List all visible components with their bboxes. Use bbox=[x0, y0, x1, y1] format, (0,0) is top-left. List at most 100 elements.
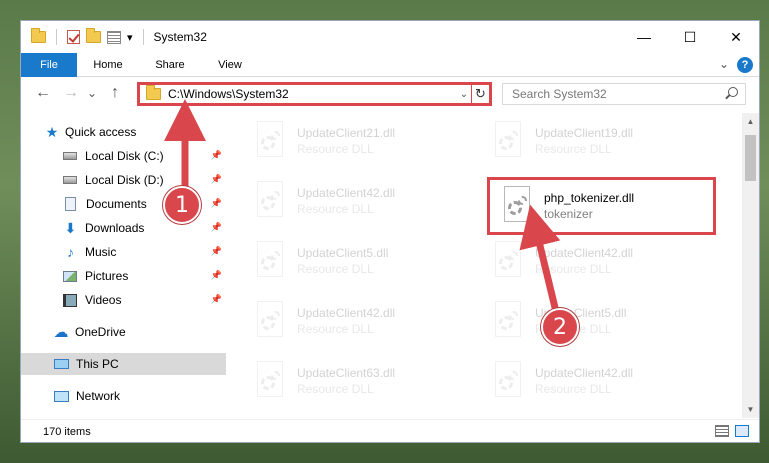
music-icon: ♪ bbox=[67, 244, 74, 260]
nav-item-quick-access[interactable]: ★ Quick access bbox=[21, 121, 226, 143]
toolbar-divider bbox=[142, 29, 144, 45]
file-name: UpdateClient42.dll bbox=[535, 246, 634, 260]
dll-file-icon bbox=[253, 361, 287, 401]
this-pc-icon bbox=[54, 359, 69, 369]
list-item[interactable]: UpdateClient5.dll Resource DLL bbox=[243, 237, 468, 285]
details-view-icon[interactable] bbox=[715, 425, 729, 437]
toolbar-divider bbox=[56, 29, 57, 45]
file-name: UpdateClient5.dll bbox=[297, 246, 389, 260]
ribbon-expand-icon[interactable]: ⌄ bbox=[719, 57, 729, 71]
file-type: Resource DLL bbox=[535, 142, 612, 156]
refresh-icon[interactable]: ↻ bbox=[471, 85, 489, 103]
dll-file-icon bbox=[253, 121, 287, 161]
view-switcher bbox=[715, 425, 749, 437]
vertical-scrollbar[interactable]: ▲ ▼ bbox=[742, 113, 759, 418]
tab-file[interactable]: File bbox=[21, 53, 77, 77]
customize-icon[interactable] bbox=[107, 30, 121, 44]
forward-arrow-icon[interactable]: → bbox=[63, 84, 79, 102]
nav-item-network[interactable]: Network bbox=[21, 385, 226, 407]
scroll-up-icon[interactable]: ▲ bbox=[742, 113, 759, 130]
file-type: Resource DLL bbox=[535, 262, 612, 276]
file-name: UpdateClient21.dll bbox=[297, 126, 396, 140]
title-bar: ▾ System32 — ☐ ✕ bbox=[21, 21, 759, 53]
list-item[interactable]: UpdateClient63.dll Resource DLL bbox=[243, 357, 468, 405]
properties-check-icon[interactable] bbox=[67, 30, 80, 44]
qat-dropdown-icon[interactable]: ▾ bbox=[127, 31, 133, 44]
address-path[interactable]: C:\Windows\System32 bbox=[168, 87, 457, 101]
dll-file-icon bbox=[253, 301, 287, 341]
nav-item-local-disk-c[interactable]: Local Disk (C:) 📌 bbox=[21, 145, 226, 167]
list-item[interactable]: UpdateClient42.dll Resource DLL bbox=[243, 177, 468, 225]
large-icons-view-icon[interactable] bbox=[735, 425, 749, 437]
file-type: Resource DLL bbox=[297, 382, 374, 396]
nav-item-label: OneDrive bbox=[75, 325, 126, 339]
help-button[interactable]: ? bbox=[737, 57, 753, 73]
list-item[interactable]: UpdateClient42.dll Resource DLL bbox=[481, 357, 706, 405]
file-name: UpdateClient42.dll bbox=[297, 306, 396, 320]
list-item[interactable]: UpdateClient19.dll Resource DLL bbox=[481, 117, 706, 165]
nav-item-label: Quick access bbox=[65, 125, 137, 139]
nav-item-label: Videos bbox=[85, 293, 122, 307]
drive-icon bbox=[63, 176, 77, 184]
downloads-icon: ⬇ bbox=[64, 219, 77, 236]
file-type: tokenizer bbox=[544, 207, 593, 221]
file-name: UpdateClient42.dll bbox=[535, 366, 634, 380]
navigation-pane: ★ Quick access Local Disk (C:) 📌 Local D… bbox=[21, 113, 226, 418]
tab-home[interactable]: Home bbox=[77, 53, 139, 77]
up-arrow-icon[interactable]: ↑ bbox=[111, 84, 119, 102]
nav-item-videos[interactable]: Videos 📌 bbox=[21, 289, 226, 311]
list-item[interactable]: UpdateClient42.dll Resource DLL bbox=[243, 297, 468, 345]
scroll-down-icon[interactable]: ▼ bbox=[742, 401, 759, 418]
nav-item-pictures[interactable]: Pictures 📌 bbox=[21, 265, 226, 287]
search-input[interactable]: Search System32 bbox=[502, 83, 746, 105]
nav-item-label: Local Disk (D:) bbox=[85, 173, 164, 187]
list-item[interactable]: UpdateClient5.dllResource DLL bbox=[481, 297, 706, 345]
close-button[interactable]: ✕ bbox=[713, 21, 759, 53]
search-icon[interactable] bbox=[728, 87, 738, 97]
pin-icon: 📌 bbox=[210, 270, 222, 280]
address-dropdown-icon[interactable]: ⌄ bbox=[457, 89, 471, 100]
nav-item-label: Music bbox=[85, 245, 117, 259]
drive-icon bbox=[63, 152, 77, 160]
pin-icon: 📌 bbox=[210, 294, 222, 304]
star-icon: ★ bbox=[45, 123, 59, 140]
new-folder-icon[interactable] bbox=[86, 28, 101, 43]
maximize-button[interactable]: ☐ bbox=[667, 21, 713, 53]
file-type: Resource DLL bbox=[297, 142, 374, 156]
documents-icon bbox=[65, 197, 76, 211]
nav-item-downloads[interactable]: ⬇ Downloads 📌 bbox=[21, 217, 226, 239]
pin-icon: 📌 bbox=[210, 174, 222, 184]
pin-icon: 📌 bbox=[210, 198, 222, 208]
nav-item-onedrive[interactable]: ☁ OneDrive bbox=[21, 321, 226, 343]
folder-icon bbox=[146, 85, 161, 100]
minimize-button[interactable]: — bbox=[621, 21, 667, 53]
file-type: Resource DLL bbox=[297, 322, 374, 336]
nav-item-local-disk-d[interactable]: Local Disk (D:) 📌 bbox=[21, 169, 226, 191]
scroll-thumb[interactable] bbox=[745, 135, 756, 181]
onedrive-icon: ☁ bbox=[53, 324, 69, 341]
window-title: System32 bbox=[153, 30, 207, 44]
list-item-php-tokenizer[interactable]: php_tokenizer.dll tokenizer bbox=[487, 177, 716, 235]
annotation-badge-1: 1 bbox=[163, 186, 201, 224]
file-type: Resource DLL bbox=[535, 382, 612, 396]
address-bar[interactable]: C:\Windows\System32 ⌄ ↻ bbox=[137, 82, 492, 106]
nav-item-label: Pictures bbox=[85, 269, 129, 283]
tab-view[interactable]: View bbox=[201, 53, 259, 77]
recent-locations-icon[interactable]: ⌄ bbox=[87, 86, 97, 100]
network-icon bbox=[54, 390, 69, 402]
nav-item-label: Network bbox=[76, 389, 121, 403]
folder-icon bbox=[31, 28, 46, 43]
nav-item-this-pc[interactable]: This PC bbox=[21, 353, 226, 375]
search-placeholder: Search System32 bbox=[512, 87, 607, 101]
pin-icon: 📌 bbox=[210, 246, 222, 256]
list-item[interactable]: UpdateClient21.dll Resource DLL bbox=[243, 117, 468, 165]
dll-file-icon bbox=[253, 241, 287, 281]
dll-file-icon bbox=[491, 361, 525, 401]
nav-item-music[interactable]: ♪ Music 📌 bbox=[21, 241, 226, 263]
file-name: php_tokenizer.dll bbox=[544, 191, 635, 205]
list-item[interactable]: UpdateClient42.dll Resource DLL bbox=[481, 237, 706, 285]
file-type: Resource DLL bbox=[297, 262, 374, 276]
window-controls: — ☐ ✕ bbox=[621, 21, 759, 53]
tab-share[interactable]: Share bbox=[139, 53, 201, 77]
back-arrow-icon[interactable]: ← bbox=[35, 84, 51, 102]
